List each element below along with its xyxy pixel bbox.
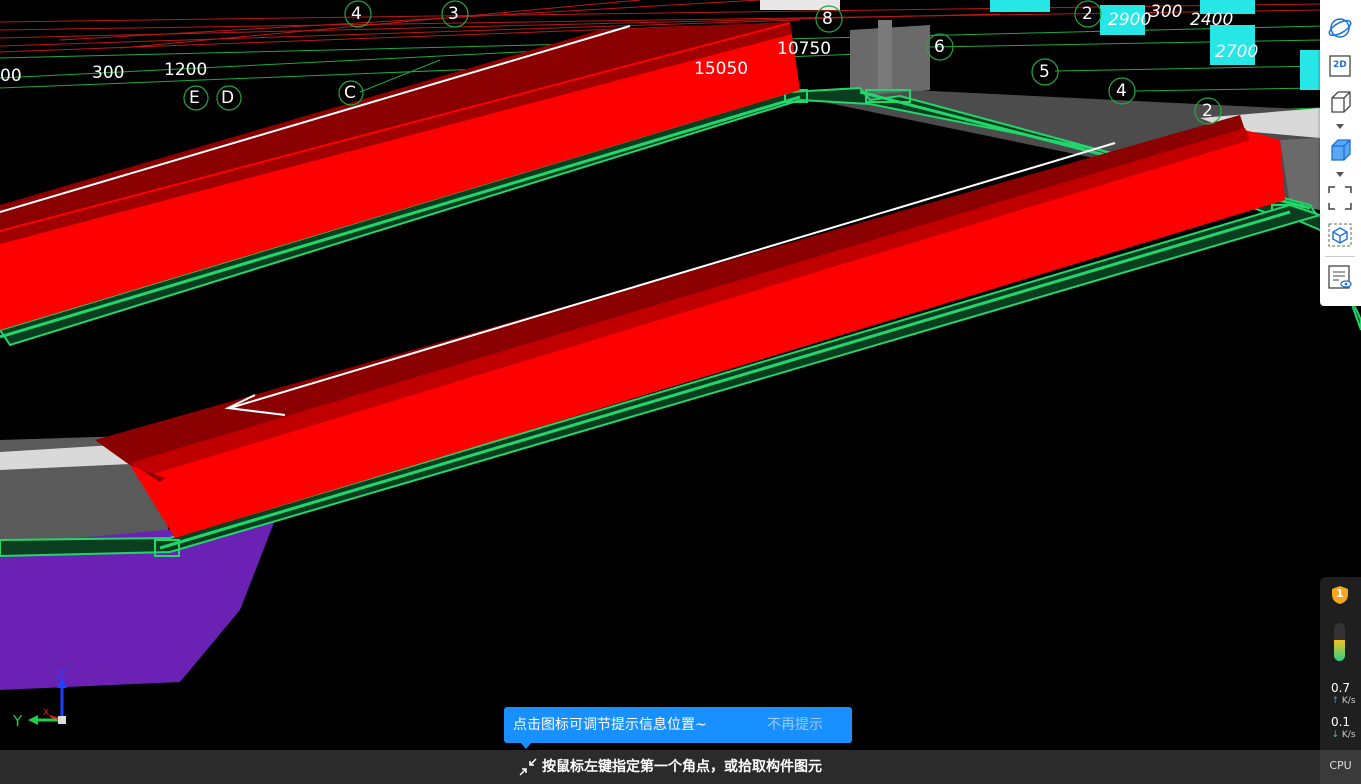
y-axis-label: Y	[13, 712, 23, 730]
upload-unit-text: K/s	[1341, 696, 1356, 706]
frame-select-icon[interactable]	[1326, 184, 1354, 212]
property-list-icon[interactable]	[1326, 263, 1354, 291]
z-axis-label: Z	[56, 666, 67, 684]
download-speed: 0.1	[1330, 715, 1351, 729]
3d-shaded-box-icon[interactable]	[1326, 136, 1354, 164]
grid-label: 6	[934, 37, 945, 57]
x-axis-label: X	[43, 708, 50, 718]
tip-bubble[interactable]: 点击图标可调节提示信息位置~ 不再提示	[504, 707, 852, 743]
view-toolbar: 2D	[1320, 0, 1361, 306]
dimension-label: 2900	[1108, 10, 1152, 30]
dimension-label: 1200	[164, 60, 208, 80]
grid-label: 5	[1039, 62, 1050, 82]
grid-label: 8	[822, 9, 833, 29]
view-cube-icon[interactable]	[1326, 221, 1354, 249]
download-unit-text: K/s	[1341, 730, 1356, 740]
grid-label: C	[344, 83, 356, 103]
cpu-indicator[interactable]: CPU	[1320, 750, 1361, 784]
grid-label: 4	[351, 4, 362, 24]
3d-viewport[interactable]: 4 3 8 6 5 4 2 2 C E D 300 1200 15050 107…	[0, 0, 1361, 784]
download-unit: ↓ K/s	[1326, 730, 1361, 740]
grid-label: 2	[1202, 101, 1213, 121]
cpu-label: CPU	[1329, 759, 1352, 772]
shield-count: 1	[1336, 587, 1344, 600]
dimension-label: 15050	[694, 59, 749, 79]
model-scene[interactable]	[0, 0, 1361, 784]
tip-text: 点击图标可调节提示信息位置~	[513, 717, 707, 733]
chevron-down-icon[interactable]	[1336, 124, 1344, 129]
dimension-label: 2700	[1215, 42, 1259, 62]
grid-label: 4	[1116, 81, 1127, 101]
command-prompt: 按鼠标左键指定第一个角点，或拾取构件图元	[542, 759, 822, 775]
2d-view-label: 2D	[1333, 60, 1347, 70]
grid-label: 3	[448, 4, 459, 24]
grid-label: E	[189, 88, 200, 108]
upload-unit: ↑ K/s	[1326, 696, 1361, 706]
3d-box-icon[interactable]	[1326, 88, 1354, 116]
grid-label: D	[221, 88, 235, 108]
dimension-label: 10750	[777, 39, 832, 59]
dimension-label: 300	[92, 63, 125, 83]
upload-arrow-icon: ↑	[1331, 696, 1340, 706]
memory-gauge-fill	[1334, 640, 1345, 661]
memory-gauge	[1334, 623, 1345, 661]
grid-label: 2	[1082, 4, 1093, 24]
gray-column-shade	[878, 20, 892, 92]
download-arrow-icon: ↓	[1331, 730, 1340, 740]
2d-view-button[interactable]: 2D	[1326, 52, 1354, 80]
orbit-icon[interactable]	[1326, 14, 1354, 42]
tip-caret	[520, 742, 532, 749]
tip-dismiss-button[interactable]: 不再提示	[767, 716, 823, 734]
chevron-down-icon[interactable]	[1336, 172, 1344, 177]
dimension-label: 300	[1150, 2, 1183, 22]
dimension-label: 2400	[1190, 10, 1234, 30]
toolbar-divider	[1325, 256, 1355, 257]
axis-triad: Z Y X	[10, 664, 80, 734]
dimension-label: 00	[0, 66, 22, 86]
upload-speed: 0.7	[1330, 681, 1351, 695]
performance-widget[interactable]: 1 0.7 ↑ K/s 0.1 ↓ K/s	[1320, 577, 1361, 750]
collapse-arrows-icon[interactable]	[518, 757, 538, 777]
